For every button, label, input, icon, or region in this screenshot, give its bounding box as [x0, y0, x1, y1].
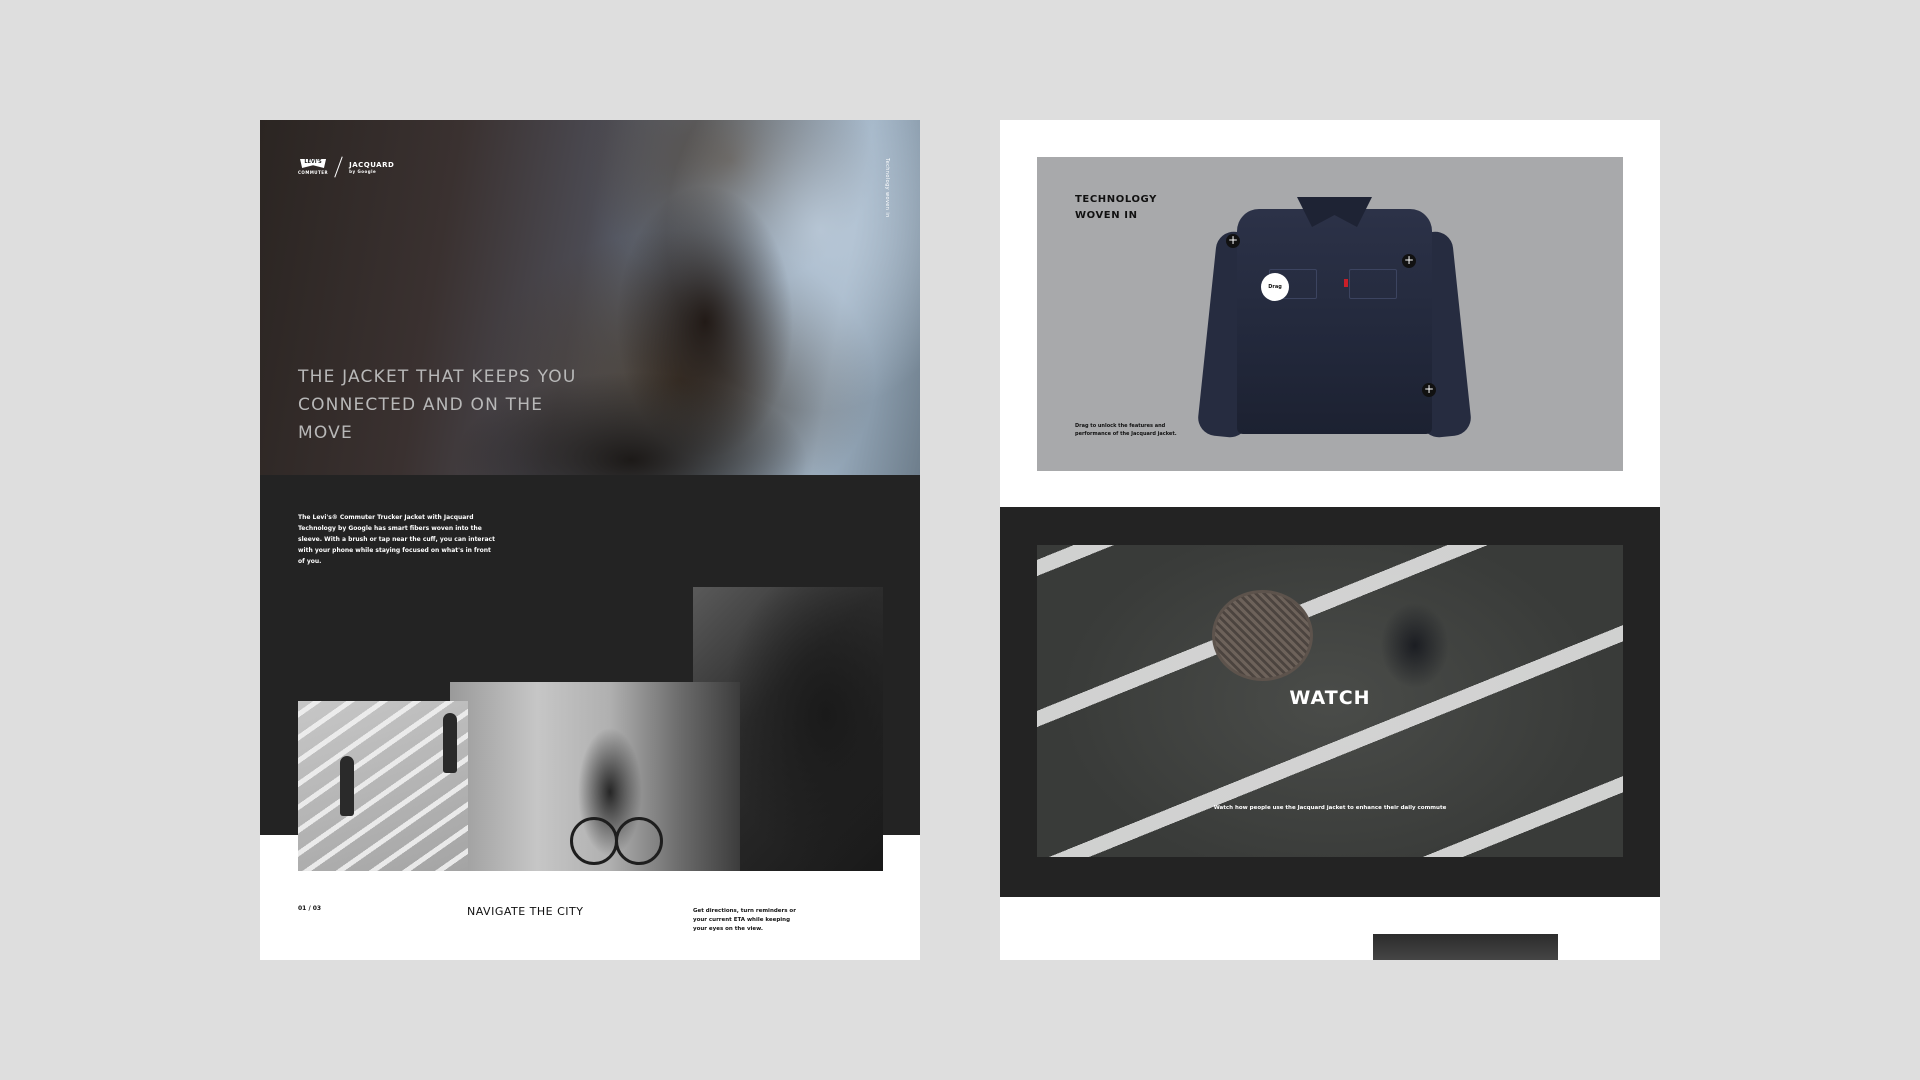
jacket-product-image[interactable]	[1196, 197, 1473, 440]
jacquard-title: JACQUARD	[349, 160, 395, 169]
intro-paragraph: The Levi's® Commuter Trucker Jacket with…	[298, 514, 495, 565]
watch-button[interactable]: WATCH	[1037, 687, 1623, 709]
hero-title: THE JACKET THAT KEEPS YOU CONNECTED AND …	[298, 367, 577, 443]
technology-title: TECHNOLOGY WOVEN IN	[1075, 194, 1157, 221]
levis-logo: LEVI'S COMMUTER	[298, 159, 328, 175]
jacquard-sub-label: by Google	[349, 168, 377, 174]
jacket-pocket-right	[1349, 269, 1397, 299]
hotspot-plus-icon[interactable]: +	[1402, 254, 1416, 268]
bike-wheel-rear	[615, 817, 663, 865]
levis-wing-icon: LEVI'S	[300, 159, 327, 168]
section-title: NAVIGATE THE CITY	[467, 905, 584, 918]
left-page-mockup: LEVI'S COMMUTER JACQUARD by Google Techn…	[260, 120, 920, 960]
manhole-cover	[1212, 590, 1313, 681]
drag-button[interactable]: Drag	[1261, 273, 1289, 301]
vertical-tagline: Technology woven in	[884, 158, 890, 218]
technology-panel: TECHNOLOGY WOVEN IN Drag + + + Drag to u…	[1037, 157, 1623, 471]
section-description: Get directions, turn reminders or your c…	[693, 908, 796, 932]
logo-divider	[334, 156, 343, 178]
slide-pager: 01 / 03	[298, 905, 322, 912]
crosswalk-photo[interactable]	[298, 701, 468, 871]
technology-hint: Drag to unlock the features and performa…	[1075, 423, 1177, 437]
next-section-photo-peek	[1373, 934, 1558, 960]
pedestrian-figure	[443, 713, 457, 773]
video-section-background: WATCH Watch how people use the Jacquard …	[1000, 507, 1660, 897]
bike-wheel-front	[570, 817, 618, 865]
cyclist-photo[interactable]	[450, 682, 740, 871]
levis-sub-label: COMMUTER	[298, 170, 329, 175]
hotspot-plus-icon[interactable]: +	[1226, 234, 1240, 248]
pedestrian-figure	[340, 756, 354, 816]
jacquard-logo: JACQUARD by Google	[349, 161, 394, 174]
hero-image: LEVI'S COMMUTER JACQUARD by Google Techn…	[260, 120, 920, 500]
brand-logo[interactable]: LEVI'S COMMUTER JACQUARD by Google	[298, 156, 394, 178]
hotspot-plus-icon[interactable]: +	[1422, 383, 1436, 397]
levis-red-tab	[1344, 279, 1348, 287]
jacket-body	[1237, 209, 1432, 434]
cyclist-figure	[1372, 585, 1467, 695]
video-description: Watch how people use the Jacquard jacket…	[1213, 805, 1447, 811]
right-page-mockup: TECHNOLOGY WOVEN IN Drag + + + Drag to u…	[1000, 120, 1660, 960]
video-player[interactable]: WATCH Watch how people use the Jacquard …	[1037, 545, 1623, 857]
